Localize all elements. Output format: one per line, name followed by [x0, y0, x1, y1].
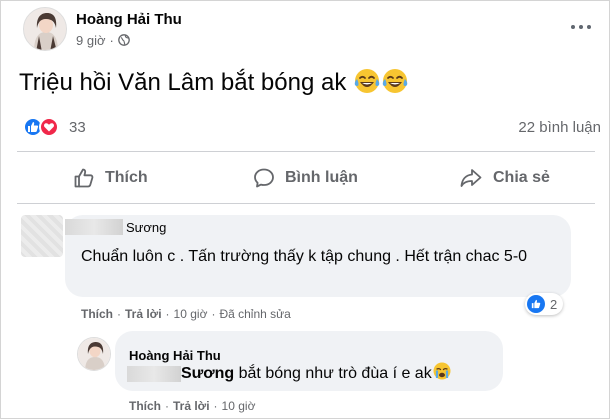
comment-text: Chuẩn luôn c . Tấn trường thấy k tập chu… — [81, 248, 528, 265]
comment-icon — [254, 168, 274, 188]
commenter-avatar[interactable] — [21, 215, 63, 257]
comment-time[interactable]: 10 giờ — [174, 307, 208, 321]
reply-reply-button[interactable]: Trả lời — [173, 399, 210, 413]
separator: · — [165, 399, 169, 413]
more-icon-dot — [587, 25, 591, 29]
grinning-tears-emoji — [381, 67, 409, 95]
mention-link[interactable]: Sương — [181, 365, 234, 382]
redacted-mention — [127, 365, 181, 382]
like-button[interactable]: Thích — [73, 167, 148, 189]
share-button[interactable]: Chia sẻ — [459, 167, 550, 189]
replier-avatar[interactable] — [77, 337, 111, 371]
post-time[interactable]: 9 giờ — [76, 33, 106, 48]
author-avatar[interactable] — [23, 7, 67, 51]
like-icon — [527, 295, 545, 313]
share-button-label: Chia sẻ — [493, 169, 550, 186]
reactions-summary[interactable]: 33 — [23, 117, 86, 137]
divider — [17, 151, 595, 152]
commenter-name[interactable]: Sương — [126, 220, 166, 235]
more-options-button[interactable] — [567, 17, 595, 37]
comment-reply-button[interactable]: Trả lời — [125, 307, 162, 321]
love-icon — [39, 117, 59, 137]
separator: · — [213, 399, 218, 413]
grinning-tears-emoji — [353, 67, 381, 95]
like-button-label: Thích — [105, 169, 148, 186]
comment-reactions[interactable]: 2 — [525, 293, 564, 315]
reply-like-button[interactable]: Thích — [129, 399, 161, 413]
meta-separator: · — [109, 32, 114, 48]
post-meta: 9 giờ · — [76, 33, 182, 48]
post-text-content: Triệu hồi Văn Lâm bắt bóng ak — [19, 69, 347, 96]
comment-like-button[interactable]: Thích — [81, 307, 113, 321]
crying-emoji — [432, 361, 452, 381]
separator: · — [211, 307, 216, 321]
separator: · — [165, 307, 170, 321]
divider — [17, 203, 595, 204]
redacted-name — [65, 219, 123, 235]
facebook-post: Hoàng Hải Thu 9 giờ · Triệu hồi Văn Lâm … — [0, 0, 610, 419]
reaction-count[interactable]: 33 — [69, 119, 86, 136]
separator: · — [117, 307, 121, 321]
reply-text-content: bắt bóng như trò đùa í e ak — [234, 365, 432, 382]
author-name[interactable]: Hoàng Hải Thu — [76, 11, 182, 28]
thumbs-up-icon — [74, 168, 94, 188]
reply-text: Sương bắt bóng như trò đùa í e ak — [127, 361, 452, 385]
post-text: Triệu hồi Văn Lâm bắt bóng ak — [19, 67, 409, 97]
comment-button[interactable]: Bình luận — [253, 167, 358, 189]
comment-reaction-count: 2 — [550, 296, 558, 312]
post-header: Hoàng Hải Thu 9 giờ · — [23, 3, 182, 55]
comment-actions: Thích · Trả lời · 10 giờ · Đã chỉnh sửa — [81, 307, 291, 321]
comment-count[interactable]: 22 bình luận — [518, 119, 601, 136]
reply-time[interactable]: 10 giờ — [222, 399, 256, 413]
share-icon — [460, 169, 482, 187]
edited-label[interactable]: Đã chỉnh sửa — [219, 307, 290, 321]
more-icon-dot — [579, 25, 583, 29]
reply-actions: Thích · Trả lời · 10 giờ — [129, 399, 255, 413]
more-icon-dot — [571, 25, 575, 29]
comment-button-label: Bình luận — [285, 169, 358, 186]
globe-icon[interactable] — [117, 34, 130, 46]
